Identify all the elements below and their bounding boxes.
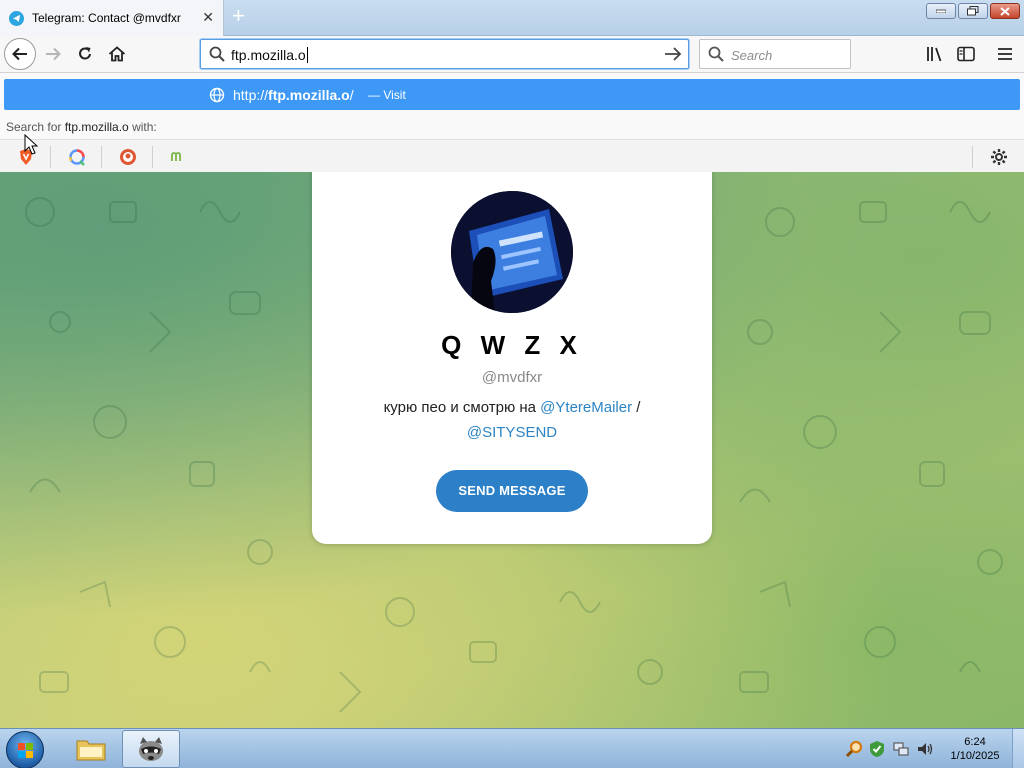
search-icon [708, 46, 724, 62]
raccoon-app-taskbar-button[interactable] [122, 730, 180, 768]
windows-taskbar: 6:24 1/10/2025 [0, 728, 1024, 768]
forward-arrow-icon [46, 47, 61, 61]
hamburger-menu-icon [998, 48, 1012, 60]
search-settings-gear-icon[interactable] [990, 148, 1008, 166]
mojeek-icon[interactable] [170, 148, 188, 166]
tab-title: Telegram: Contact @mvdfxr [32, 11, 181, 25]
separator [101, 146, 102, 168]
separator [972, 146, 973, 168]
file-explorer-taskbar-button[interactable] [62, 730, 120, 768]
url-input-text[interactable]: ftp.mozilla.o [231, 47, 308, 63]
windows-logo-icon [18, 743, 33, 758]
reload-button[interactable] [70, 40, 100, 68]
home-icon [108, 46, 126, 62]
search-icon [209, 46, 225, 62]
telegram-icon [9, 10, 24, 26]
navigation-toolbar: ftp.mozilla.o Search [0, 36, 1024, 72]
tab-close-icon[interactable]: ✕ [202, 10, 214, 24]
close-window-button[interactable] [990, 3, 1020, 19]
globe-icon [209, 87, 225, 103]
windows-start-orb[interactable] [6, 731, 44, 768]
text-caret [306, 47, 308, 63]
search-placeholder: Search [731, 48, 773, 63]
mention-link[interactable]: @SITYSEND [467, 424, 557, 441]
close-icon [1000, 6, 1010, 16]
sidebar-icon [957, 46, 975, 62]
back-button[interactable] [4, 38, 36, 70]
library-icon [927, 47, 942, 62]
menu-button[interactable] [990, 40, 1020, 68]
visit-url-suggestion[interactable]: http://ftp.mozilla.o/ — Visit [4, 79, 1020, 110]
tab-telegram-contact[interactable]: Telegram: Contact @mvdfxr ✕ [0, 0, 224, 36]
mention-link[interactable]: @YtereMailer [540, 399, 632, 416]
go-arrow-icon[interactable] [664, 46, 682, 62]
home-button[interactable] [102, 40, 132, 68]
url-bar[interactable]: ftp.mozilla.o [200, 39, 689, 69]
avatar-image [451, 191, 573, 313]
raccoon-app-icon [139, 737, 163, 761]
system-clock[interactable]: 6:24 1/10/2025 [930, 735, 1020, 763]
search-tray-icon[interactable] [846, 740, 864, 758]
send-message-button[interactable]: SEND MESSAGE [436, 470, 588, 512]
search-field[interactable]: Search [699, 39, 851, 69]
search-for-label: Search for ftp.mozilla.o with: [6, 120, 157, 134]
profile-card: Q W Z X @mvdfxr курю пео и смотрю на @Yt… [312, 172, 712, 544]
browser-titlebar: Telegram: Contact @mvdfxr ✕ + [0, 0, 1024, 36]
clock-time: 6:24 [964, 736, 986, 748]
profile-bio: курю пео и смотрю на @YtereMailer / @SIT… [383, 399, 641, 441]
show-desktop-button[interactable] [1012, 729, 1024, 768]
library-button[interactable] [920, 40, 950, 68]
mouse-cursor-icon [24, 134, 38, 155]
back-arrow-icon [12, 47, 27, 61]
forward-button[interactable] [38, 40, 68, 68]
file-explorer-icon [76, 740, 106, 761]
one-off-search-engines [0, 139, 1024, 173]
duckduckgo-icon[interactable] [119, 148, 137, 166]
clock-date: 1/10/2025 [950, 750, 1000, 762]
qwant-icon[interactable] [68, 148, 86, 166]
separator [152, 146, 153, 168]
minimize-button[interactable] [926, 3, 956, 19]
new-tab-icon[interactable]: + [232, 5, 245, 27]
restore-icon [967, 6, 979, 16]
suggestion-action: — Visit [368, 88, 406, 102]
profile-name: Q W Z X [441, 330, 583, 360]
profile-username: @mvdfxr [481, 369, 543, 386]
sidebar-button[interactable] [951, 40, 981, 68]
security-tray-icon[interactable] [868, 740, 886, 758]
suggestion-url: http://ftp.mozilla.o/ [233, 87, 354, 103]
telegram-page: Q W Z X @mvdfxr курю пео и смотрю на @Yt… [0, 172, 1024, 728]
url-autocomplete-popup: http://ftp.mozilla.o/ — Visit Search for… [0, 72, 1024, 173]
restore-button[interactable] [958, 3, 988, 19]
avatar [451, 191, 573, 313]
network-tray-icon[interactable] [892, 740, 910, 758]
minimize-icon [936, 9, 946, 13]
reload-icon [79, 47, 91, 60]
separator [50, 146, 51, 168]
